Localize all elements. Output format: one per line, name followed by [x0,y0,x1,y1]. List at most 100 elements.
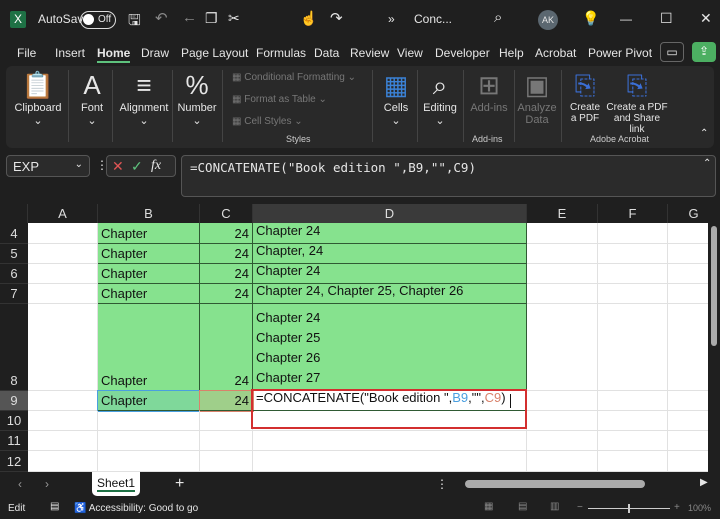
cell-e[interactable] [527,264,598,284]
cell-b[interactable]: Chapter [98,244,200,264]
cell-g[interactable] [668,391,708,411]
column-header-g[interactable]: G [668,204,708,223]
cell-f[interactable] [598,284,668,304]
cell-styles-button[interactable]: ▦ Cell Styles ⌄ [232,116,303,127]
row-header[interactable]: 4 [0,223,28,244]
cell-b[interactable]: Chapter [98,223,200,244]
spreadsheet-grid[interactable]: A B C D E F G 4 Chapter 24 Chapter 24 5 Chapter 24 Cha… [0,204,708,472]
tab-home[interactable]: Home [97,46,131,63]
add-sheet-icon[interactable]: + [175,475,184,493]
cell-b[interactable] [98,411,200,431]
cell-g[interactable] [668,264,708,284]
autosave-toggle[interactable]: Off [80,11,116,29]
cell-d[interactable] [253,451,527,472]
cell-a[interactable] [28,284,98,304]
cell-e[interactable] [527,284,598,304]
editing-button[interactable]: ⌕ Editing ⌄ [418,66,462,148]
cell-a[interactable] [28,431,98,451]
collapse-ribbon-icon[interactable]: ⌃ [700,128,708,139]
vertical-scrollbar[interactable] [708,204,720,472]
cell-b[interactable]: Chapter [98,264,200,284]
cell-c[interactable]: 24 [199,390,254,412]
save-icon[interactable]: 🖫 [128,10,141,35]
normal-view-icon[interactable]: ▦ [484,501,493,512]
tab-review[interactable]: Review [350,46,389,60]
page-break-icon[interactable]: ▥ [550,501,559,512]
tab-file[interactable]: File [17,46,36,60]
page-layout-icon[interactable]: ▤ [518,501,527,512]
cell-f[interactable] [598,391,668,411]
number-button[interactable]: % Number ⌄ [174,66,220,148]
prev-sheet-icon[interactable]: ‹ [18,477,22,491]
column-header-c[interactable]: C [200,204,253,223]
cell-f[interactable] [598,431,668,451]
tab-insert[interactable]: Insert [55,46,85,60]
cell-c[interactable] [200,431,253,451]
tab-help[interactable]: Help [499,46,524,60]
analyze-data-button[interactable]: ▣ Analyze Data [516,66,558,148]
cell-f[interactable] [598,304,668,391]
cell-a[interactable] [28,304,98,391]
cell-b[interactable]: Chapter [98,284,200,304]
next-sheet-icon[interactable]: › [45,477,49,491]
close-icon[interactable]: ✕ [700,10,712,27]
tab-view[interactable]: View [397,46,423,60]
cell-e[interactable] [527,451,598,472]
cell-f[interactable] [598,223,668,244]
insert-function-icon[interactable]: fx [151,158,161,174]
column-header-a[interactable]: A [28,204,98,223]
column-header-e[interactable]: E [527,204,598,223]
tab-page-layout[interactable]: Page Layout [181,46,248,60]
sheet-tab-sheet1[interactable]: Sheet1 [92,472,140,496]
formula-input[interactable]: =CONCATENATE("Book edition ",B9,"",C9) [181,155,716,197]
select-all-corner[interactable] [0,204,28,223]
cell-a[interactable] [28,391,98,411]
lightbulb-icon[interactable]: 💡 [582,10,599,27]
cell-f[interactable] [598,451,668,472]
cell-a[interactable] [28,244,98,264]
alignment-button[interactable]: ≡ Alignment ⌄ [116,66,172,148]
cell-e[interactable] [527,223,598,244]
cut-icon[interactable]: ✂ [228,10,240,27]
cell-c[interactable]: 24 [200,264,253,284]
cell-g[interactable] [668,244,708,264]
macro-icon[interactable]: ▤ [50,501,59,512]
comments-button[interactable]: ▭ [660,42,684,62]
cell-c[interactable]: 24 [200,284,253,304]
column-header-f[interactable]: F [598,204,668,223]
cell-g[interactable] [668,411,708,431]
cell-f[interactable] [598,264,668,284]
cell-g[interactable] [668,284,708,304]
cell-a[interactable] [28,451,98,472]
format-as-table-button[interactable]: ▦ Format as Table ⌄ [232,94,327,105]
cell-f[interactable] [598,244,668,264]
cell-c[interactable]: 24 [200,304,253,391]
zoom-out-icon[interactable]: − [577,502,583,513]
tab-splitter-icon[interactable]: ⋮ [436,477,448,491]
cell-c[interactable]: 24 [200,223,253,244]
avatar[interactable]: AK [538,10,558,30]
cell-g[interactable] [668,304,708,391]
name-box[interactable]: EXP ⌄ [6,155,90,177]
tab-acrobat[interactable]: Acrobat [535,46,576,60]
cell-e[interactable] [527,244,598,264]
cell-g[interactable] [668,223,708,244]
overflow-icon[interactable]: » [388,12,395,26]
row-header[interactable]: 10 [0,411,28,431]
accessibility-button[interactable]: ♿ Accessibility: Good to go [74,503,198,514]
touch-icon[interactable]: ☝ [300,10,317,27]
zoom-in-icon[interactable]: + [674,502,680,513]
back-icon[interactable]: ← [182,9,197,26]
redo-icon[interactable]: ↷ [330,9,343,27]
scroll-right-icon[interactable]: ▶ [700,477,708,488]
cell-g[interactable] [668,431,708,451]
cell-c[interactable]: 24 [200,244,253,264]
cell-g[interactable] [668,451,708,472]
cell-b[interactable] [98,431,200,451]
row-header[interactable]: 6 [0,264,28,284]
cell-c[interactable] [200,411,253,431]
zoom-slider[interactable] [588,504,670,513]
row-header[interactable]: 8 [0,304,28,391]
row-header[interactable]: 12 [0,451,28,472]
row-header[interactable]: 7 [0,284,28,304]
